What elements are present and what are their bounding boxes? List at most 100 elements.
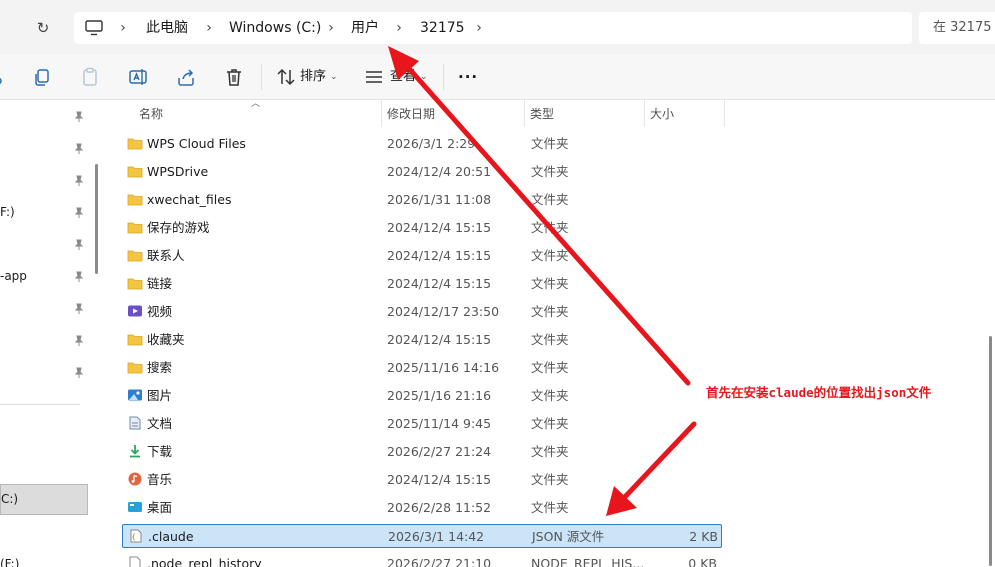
file-date: 2025/1/16 21:16 xyxy=(387,388,492,403)
column-divider[interactable] xyxy=(724,100,725,127)
column-divider[interactable] xyxy=(524,100,525,127)
file-list: ︿ 名称 修改日期 类型 大小 WPS Cloud Files 2026/3/1 … xyxy=(104,99,995,567)
breadcrumb-drive-c[interactable]: Windows (C:) xyxy=(229,19,321,37)
file-name: 联系人 xyxy=(147,248,185,263)
file-date: 2024/12/4 20:51 xyxy=(387,164,492,179)
sort-ascending-icon: ︿ xyxy=(251,99,261,109)
pin-icon[interactable] xyxy=(74,303,84,315)
file-type: 文件夹 xyxy=(531,388,569,403)
file-size xyxy=(642,472,717,488)
file-type: 文件夹 xyxy=(531,416,569,431)
copy-icon[interactable] xyxy=(31,66,53,88)
file-row[interactable]: 下载 2026/2/27 21:24 文件夹 xyxy=(122,440,722,464)
column-divider[interactable] xyxy=(381,100,382,127)
folder-icon xyxy=(127,334,143,346)
chevron-down-icon[interactable]: ⌄ xyxy=(420,68,428,86)
folder-icon xyxy=(127,278,143,290)
file-row[interactable]: 联系人 2024/12/4 15:15 文件夹 xyxy=(122,244,722,268)
file-name: 音乐 xyxy=(147,472,173,487)
file-type: 文件夹 xyxy=(531,444,569,459)
desktop-icon xyxy=(128,502,142,512)
file-size xyxy=(642,164,717,180)
file-size xyxy=(642,444,717,460)
chevron-right-icon[interactable]: › xyxy=(472,19,486,37)
file-type: 文件夹 xyxy=(531,500,569,515)
delete-icon[interactable] xyxy=(223,66,245,88)
file-size xyxy=(642,248,717,264)
chevron-right-icon[interactable]: › xyxy=(202,19,216,37)
file-row[interactable]: 链接 2024/12/4 15:15 文件夹 xyxy=(122,272,722,296)
sort-button[interactable]: 排序 xyxy=(300,68,326,86)
pin-icon[interactable] xyxy=(74,239,84,251)
file-type: 文件夹 xyxy=(531,472,569,487)
column-header-date[interactable]: 修改日期 xyxy=(387,106,435,122)
refresh-icon[interactable]: ↻ xyxy=(33,18,53,38)
pictures-icon xyxy=(128,389,142,401)
file-row[interactable]: 搜索 2025/11/16 14:16 文件夹 xyxy=(122,356,722,380)
chevron-right-icon[interactable]: › xyxy=(392,19,406,37)
file-row[interactable]: 视频 2024/12/17 23:50 文件夹 xyxy=(122,300,722,324)
nav-item-selected[interactable]: C:) xyxy=(0,484,88,515)
chevron-right-icon[interactable]: › xyxy=(116,19,130,37)
file-row[interactable]: 收藏夹 2024/12/4 15:15 文件夹 xyxy=(122,328,722,352)
file-size xyxy=(642,416,717,432)
breadcrumb-user-folder[interactable]: 32175 xyxy=(420,19,465,37)
nav-item-label[interactable]: F:) xyxy=(0,204,15,220)
nav-item-label[interactable]: -app xyxy=(0,268,27,284)
documents-icon xyxy=(129,416,141,430)
file-name: 桌面 xyxy=(147,500,173,515)
file-name: .claude xyxy=(148,529,194,544)
nav-divider xyxy=(0,404,80,405)
file-row[interactable]: 音乐 2024/12/4 15:15 文件夹 xyxy=(122,468,722,492)
pin-icon[interactable] xyxy=(74,111,84,123)
annotation-label: 首先在安装claude的位置找出json文件 xyxy=(706,385,932,400)
share-icon[interactable] xyxy=(175,66,197,88)
file-type: JSON 源文件 xyxy=(532,529,605,544)
pin-icon[interactable] xyxy=(74,367,84,379)
pin-icon[interactable] xyxy=(74,207,84,219)
nav-item-label[interactable]: (F:) xyxy=(0,556,19,567)
file-name: WPSDrive xyxy=(147,164,209,179)
nav-scrollbar[interactable] xyxy=(95,164,98,274)
file-name: 链接 xyxy=(147,276,173,291)
view-icon[interactable] xyxy=(363,66,385,88)
file-row[interactable]: WPS Cloud Files 2026/3/1 2:29 文件夹 xyxy=(122,132,722,156)
file-row[interactable]: xwechat_files 2026/1/31 11:08 文件夹 xyxy=(122,188,722,212)
column-divider[interactable] xyxy=(644,100,645,127)
pin-icon[interactable] xyxy=(74,175,84,187)
file-row[interactable]: 文档 2025/11/14 9:45 文件夹 xyxy=(122,412,722,436)
column-header-type[interactable]: 类型 xyxy=(530,106,554,122)
list-scrollbar[interactable] xyxy=(989,336,992,566)
file-row-selected[interactable]: .claude 2026/3/1 14:42 JSON 源文件 2 KB xyxy=(122,524,722,548)
pin-icon[interactable] xyxy=(74,143,84,155)
cut-icon[interactable] xyxy=(0,66,12,88)
file-name: 搜索 xyxy=(147,360,173,375)
pin-icon[interactable] xyxy=(74,271,84,283)
paste-icon[interactable] xyxy=(79,66,101,88)
this-pc-icon[interactable] xyxy=(84,19,104,37)
breadcrumb[interactable]: › 此电脑 › Windows (C:) › 用户 › 32175 › xyxy=(74,12,912,44)
file-row[interactable]: .node_repl_history 2026/2/27 21:10 NODE_RE… xyxy=(122,552,722,567)
chevron-down-icon[interactable]: ⌄ xyxy=(330,68,338,86)
column-header-name[interactable]: 名称 xyxy=(139,106,163,122)
file-size xyxy=(642,220,717,236)
breadcrumb-this-pc[interactable]: 此电脑 xyxy=(146,19,188,37)
breadcrumb-users[interactable]: 用户 xyxy=(351,19,379,37)
file-date: 2026/2/28 11:52 xyxy=(387,500,492,515)
rename-icon[interactable] xyxy=(127,66,149,88)
more-options-button[interactable]: ··· xyxy=(458,68,478,86)
nav-item-label[interactable]: C:) xyxy=(1,491,18,507)
file-row[interactable]: WPSDrive 2024/12/4 20:51 文件夹 xyxy=(122,160,722,184)
file-row[interactable]: 保存的游戏 2024/12/4 15:15 文件夹 xyxy=(122,216,722,240)
column-header-size[interactable]: 大小 xyxy=(650,106,674,122)
search-input[interactable]: 在 32175 中搜索 xyxy=(919,12,995,44)
file-row[interactable]: 桌面 2026/2/28 11:52 文件夹 xyxy=(122,496,722,520)
folder-icon xyxy=(127,138,143,150)
chevron-right-icon[interactable]: › xyxy=(324,19,338,37)
sort-icon[interactable] xyxy=(275,66,297,88)
view-button[interactable]: 查看 xyxy=(390,68,416,86)
file-name: 下载 xyxy=(147,444,173,459)
pin-icon[interactable] xyxy=(74,335,84,347)
file-row[interactable]: 图片 2025/1/16 21:16 文件夹 xyxy=(122,384,722,408)
toolbar-divider xyxy=(443,64,444,90)
